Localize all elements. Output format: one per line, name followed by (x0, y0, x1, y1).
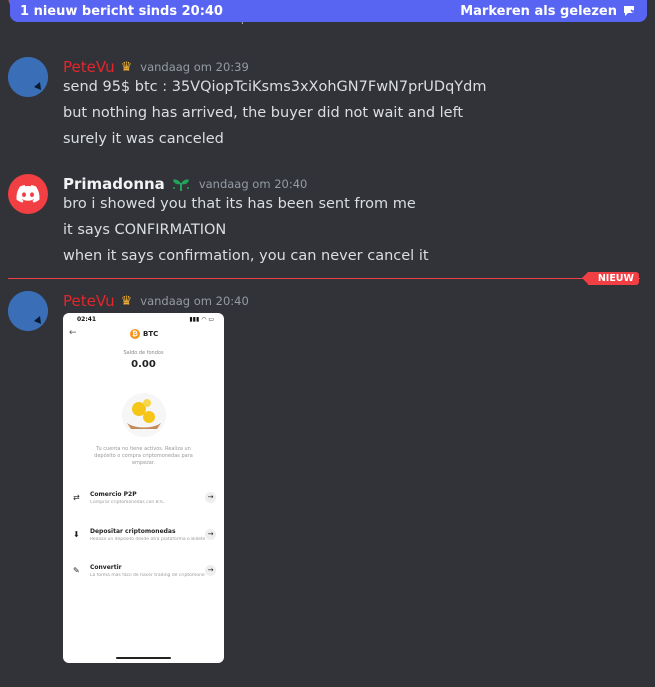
convert-icon: ✎ (73, 566, 80, 575)
new-messages-banner[interactable]: 1 nieuw bericht sinds 20:40 Markeren als… (10, 0, 647, 22)
mark-read-icon (624, 6, 637, 16)
list-item-desc: La forma más fácil de hacer trading de c… (90, 573, 205, 578)
list-item[interactable]: ⬇ Depositar criptomonedas Realiza un dep… (69, 524, 218, 550)
empty-state-text: Tu cuenta no tiene activos. Realiza un d… (94, 446, 193, 466)
list-item[interactable]: ✎ Convertir La forma más fácil de hacer … (69, 560, 218, 586)
avatar-petevu[interactable] (8, 291, 48, 331)
timestamp: vandaag om 20:39 (140, 60, 249, 74)
coins-illustration-icon (122, 393, 166, 437)
crown-icon: ♛ (120, 59, 133, 75)
list-item-title: Convertir (90, 564, 122, 571)
discord-logo-icon (16, 185, 40, 203)
avatar-image (8, 291, 48, 331)
author-name[interactable]: PeteVu (63, 292, 115, 310)
message-line: it says CONFIRMATION (63, 222, 227, 238)
arrow-right-icon: → (205, 565, 216, 576)
message-line: send 95$ btc : 35VQiopTciKsms3xXohGN7FwN… (63, 79, 487, 95)
balance-value: 0.00 (131, 359, 156, 370)
author-name[interactable]: PeteVu (63, 58, 115, 76)
avatar-image (8, 57, 48, 97)
image-attachment[interactable]: 02:41 ▮▮▮ ◠ ▭ ← ₿ BTC Saldo de fondos 0.… (63, 313, 224, 663)
home-indicator (116, 657, 171, 659)
p2p-icon: ⇄ (73, 493, 80, 502)
crown-icon: ♛ (120, 293, 133, 309)
balance-label: Saldo de fondos (123, 350, 164, 356)
author-name[interactable]: Primadonna (63, 175, 165, 193)
list-item[interactable]: ⇄ Comercio P2P Comprar criptomonedas con… (69, 487, 218, 513)
new-messages-count: 1 nieuw bericht sinds 20:40 (20, 3, 223, 19)
timestamp: vandaag om 20:40 (198, 177, 308, 191)
mark-as-read-button[interactable]: Markeren als gelezen (460, 4, 637, 19)
screen-title: BTC (143, 330, 159, 338)
arrow-right-icon: → (205, 492, 216, 503)
status-icons: ▮▮▮ ◠ ▭ (189, 316, 214, 323)
bitcoin-icon: ₿ (130, 329, 140, 339)
message-header: PeteVu ♛ vandaag om 20:40 (63, 292, 249, 310)
message-line: but nothing has arrived, the buyer did n… (63, 105, 464, 121)
message-header: Primadonna vandaag om 20:40 (63, 175, 307, 193)
message-line: surely it was canceled (63, 131, 224, 147)
arrow-right-icon: → (205, 529, 216, 540)
deposit-icon: ⬇ (73, 530, 80, 539)
avatar-primadonna[interactable] (8, 174, 48, 214)
new-badge: NIEUW (581, 272, 639, 285)
list-item-title: Comercio P2P (90, 491, 137, 498)
status-time: 02:41 (77, 316, 97, 323)
message-line: bro i showed you that its has been sent … (63, 196, 416, 212)
timestamp: vandaag om 20:40 (140, 294, 249, 308)
list-item-desc: Comprar criptomonedas con BTC (90, 500, 165, 505)
back-arrow-icon: ← (69, 328, 77, 338)
avatar-petevu[interactable] (8, 57, 48, 97)
mark-as-read-label: Markeren als gelezen (460, 3, 617, 19)
message-line: when it says confirmation, you can never… (63, 248, 429, 264)
new-messages-divider (8, 278, 640, 279)
list-item-title: Depositar criptomonedas (90, 528, 176, 535)
message-header: PeteVu ♛ vandaag om 20:39 (63, 58, 249, 76)
list-item-desc: Realiza un depósito desde otra plataform… (90, 537, 205, 542)
sprout-icon (172, 179, 189, 191)
